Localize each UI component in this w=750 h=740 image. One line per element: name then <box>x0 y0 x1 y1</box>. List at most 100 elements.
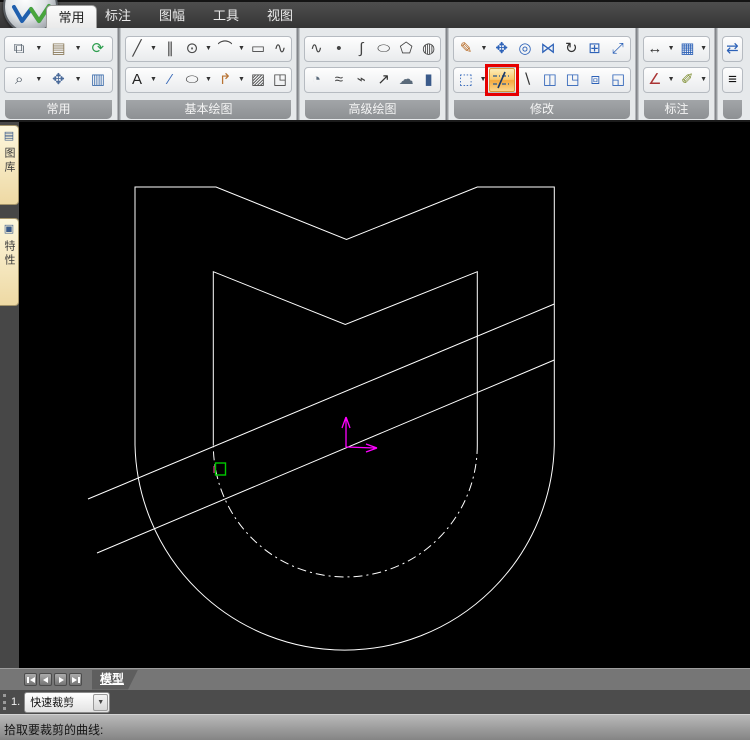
dropdown-arrow[interactable]: ▼ <box>33 68 44 92</box>
dropdown-arrow[interactable]: ▼ <box>148 68 159 92</box>
polygon-icon[interactable]: ⬠ <box>395 37 417 61</box>
point-icon[interactable]: • <box>328 37 350 61</box>
double-polyline-icon[interactable]: ⌁ <box>350 68 372 92</box>
paste-icon[interactable]: ▤ <box>47 37 69 61</box>
dropdown-arrow[interactable]: ▼ <box>698 68 709 92</box>
redraw-icon[interactable]: ▥ <box>87 68 109 92</box>
next-sheet-button[interactable] <box>54 673 67 686</box>
text-icon[interactable]: A <box>126 68 148 92</box>
mirror-icon[interactable]: ⋈ <box>537 37 559 61</box>
dropdown-arrow[interactable]: ▼ <box>148 37 159 61</box>
dropdown-arrow[interactable]: ▼ <box>73 37 84 61</box>
command-combobox[interactable]: 快速裁剪 ▼ <box>24 691 111 713</box>
toolbar-row: ✎ ▼ ✥ ◎ ⋈ ↻ ⊞ ⤢ <box>453 36 631 62</box>
pie-icon[interactable]: ◔ <box>305 68 327 92</box>
zoom-icon[interactable]: ⌕ <box>8 68 30 92</box>
diagonal-line-upper[interactable] <box>87 303 555 500</box>
ucs-x-axis[interactable] <box>345 446 376 449</box>
circle-icon[interactable]: ⊙ <box>181 37 203 61</box>
dropdown-arrow[interactable]: ▼ <box>698 37 709 61</box>
dropdown-arrow[interactable]: ▼ <box>73 68 84 92</box>
cloud-line-icon[interactable]: ☁ <box>395 68 417 92</box>
copy-icon[interactable]: ⧉ <box>8 37 30 61</box>
dropdown-arrow[interactable]: ▼ <box>33 37 44 61</box>
model-sheet-tab[interactable]: 模型 <box>92 670 138 690</box>
ribbon-group: ⧉ ▼ ▤ ▼ ⟳ ⌕ ▼ ✥ ▼ ▥ 常用 <box>0 28 117 120</box>
parallel-lines-icon[interactable]: ∥ <box>159 37 181 61</box>
status-prompt-text: 拾取要裁剪的曲线: <box>4 723 104 737</box>
hatch-icon[interactable]: ▨ <box>247 68 269 92</box>
first-sheet-button[interactable] <box>24 673 37 686</box>
ellipse-icon[interactable]: ⬭ <box>181 68 203 92</box>
copy-entity-icon[interactable]: ◎ <box>514 37 536 61</box>
dropdown-arrow[interactable]: ▼ <box>666 37 677 61</box>
last-sheet-button[interactable] <box>69 673 82 686</box>
dropdown-arrow[interactable]: ▼ <box>236 68 247 92</box>
coordinate-dim-icon[interactable]: ▦ <box>677 37 699 61</box>
toolbar-row: ∠ ▼ ✐ ▼ <box>643 67 710 93</box>
stretch-icon[interactable]: ⬚ <box>455 68 477 92</box>
dropdown-arrow[interactable]: ▼ <box>203 68 214 92</box>
shaft-icon[interactable]: ▮ <box>418 68 440 92</box>
application-window: 常用 标注 图幅 工具 视图 ⧉ ▼ ▤ ▼ ⟳ ⌕ ▼ ✥ ▼ ▥ 常用 ╱ ▼ ∥ ⊙ ▼ ⌒ ▼ ▭ ∿ A ▼ ⁄ ⬭ ▼ ↱ ▼… <box>0 0 750 740</box>
dropdown-arrow[interactable]: ▼ <box>478 37 489 61</box>
dropdown-arrow[interactable]: ▼ <box>236 37 247 61</box>
ribbon-tab[interactable]: 工具 <box>208 2 244 30</box>
arc-icon[interactable]: ⌒ <box>214 37 236 61</box>
ribbon-tab[interactable]: 图幅 <box>154 2 190 30</box>
erase-icon[interactable]: ✎ <box>455 37 477 61</box>
refresh-icon[interactable]: ⟳ <box>87 37 109 61</box>
arrow-icon[interactable]: ↗ <box>373 68 395 92</box>
spline-icon[interactable]: ∿ <box>269 37 291 61</box>
dropdown-arrow[interactable]: ▼ <box>203 37 214 61</box>
rectangle-icon[interactable]: ▭ <box>247 37 269 61</box>
dropdown-arrow[interactable]: ▼ <box>478 68 489 92</box>
move-icon[interactable]: ✥ <box>491 37 513 61</box>
angle-dim-icon[interactable]: ∠ <box>644 68 666 92</box>
toolbar-row: ◔ ≈ ⌁ ↗ ☁ ▮ <box>304 67 441 93</box>
group-label: 修改 <box>454 100 630 119</box>
scale-icon[interactable]: ⤢ <box>607 37 629 61</box>
chamfer-icon[interactable]: ◳ <box>562 68 584 92</box>
side-panel-tab[interactable]: ▤ 图库 <box>0 125 19 205</box>
diagonal-line-lower[interactable] <box>96 359 555 554</box>
extend-icon[interactable]: ∖ <box>516 68 538 92</box>
toolbar-row: ∿ • ∫ ⬭ ⬠ ◍ <box>304 36 441 62</box>
command-dropdown-button[interactable]: ▼ <box>93 693 109 711</box>
contour-icon[interactable]: ◍ <box>418 37 440 61</box>
toolbar-grip-handle[interactable] <box>3 694 6 710</box>
centerline-icon[interactable]: ⁄ <box>159 68 181 92</box>
drawing-canvas[interactable] <box>19 122 750 668</box>
ribbon-tab[interactable]: 视图 <box>262 2 298 30</box>
dropdown-arrow[interactable]: ▼ <box>666 68 677 92</box>
frame-insert-icon[interactable]: ⇄ <box>723 37 742 61</box>
array-icon[interactable]: ⊞ <box>584 37 606 61</box>
ellipse-arc-icon[interactable]: ⬭ <box>373 37 395 61</box>
toolbar-row: ≡ <box>722 67 743 93</box>
ribbon-tab[interactable]: 标注 <box>100 2 136 30</box>
menu-icon[interactable]: ≡ <box>723 68 742 92</box>
dimension-icon[interactable]: ↔ <box>644 37 666 61</box>
explode-icon[interactable]: ⧈ <box>584 68 606 92</box>
ribbon-tab-active[interactable]: 常用 <box>46 5 97 30</box>
prev-sheet-button[interactable] <box>39 673 52 686</box>
formula-curve-icon[interactable]: ∫ <box>350 37 372 61</box>
trim-icon[interactable] <box>485 64 520 96</box>
pan-icon[interactable]: ✥ <box>47 68 69 92</box>
outer-shield-outline[interactable] <box>134 186 555 651</box>
region-icon[interactable]: ◳ <box>269 68 291 92</box>
edit-text-icon[interactable]: ✐ <box>677 68 699 92</box>
side-panel-tab-strip: ▤ 图库 ▣ 特性 <box>0 122 19 668</box>
wavy-line-icon[interactable]: ≈ <box>328 68 350 92</box>
fillet-icon[interactable]: ◱ <box>607 68 629 92</box>
line-icon[interactable]: ╱ <box>126 37 148 61</box>
group-label: 高级绘图 <box>305 100 440 119</box>
break-icon[interactable]: ◫ <box>539 68 561 92</box>
side-panel-tab[interactable]: ▣ 特性 <box>0 218 19 306</box>
ribbon-group: ∿ • ∫ ⬭ ⬠ ◍ ◔ ≈ ⌁ ↗ ☁ ▮ 高级绘图 <box>300 28 445 120</box>
selection-pickbox[interactable] <box>214 462 227 476</box>
rotate-icon[interactable]: ↻ <box>560 37 582 61</box>
spline-curve-icon[interactable]: ∿ <box>305 37 327 61</box>
inner-arc-highlighted[interactable] <box>212 444 478 578</box>
offset-icon[interactable]: ↱ <box>214 68 236 92</box>
